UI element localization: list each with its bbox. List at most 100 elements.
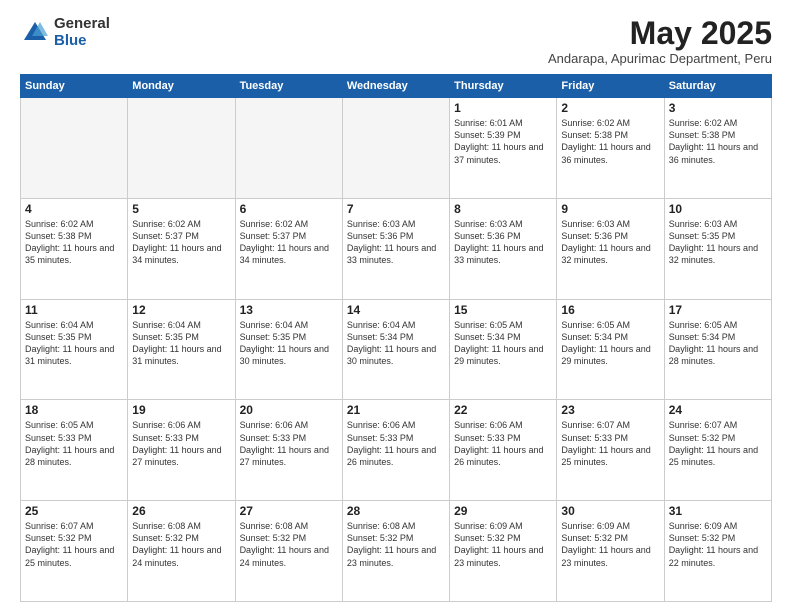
table-row: 31 Sunrise: 6:09 AM Sunset: 5:32 PM Dayli…	[664, 501, 771, 602]
table-row	[342, 98, 449, 199]
table-row: 21 Sunrise: 6:06 AM Sunset: 5:33 PM Dayli…	[342, 400, 449, 501]
col-friday: Friday	[557, 75, 664, 98]
table-row: 8 Sunrise: 6:03 AM Sunset: 5:36 PM Daylig…	[450, 198, 557, 299]
day-number: 19	[132, 403, 230, 417]
day-number: 25	[25, 504, 123, 518]
table-row: 22 Sunrise: 6:06 AM Sunset: 5:33 PM Dayli…	[450, 400, 557, 501]
day-details: Sunrise: 6:02 AM Sunset: 5:38 PM Dayligh…	[561, 117, 659, 166]
day-number: 7	[347, 202, 445, 216]
table-row: 18 Sunrise: 6:05 AM Sunset: 5:33 PM Dayli…	[21, 400, 128, 501]
table-row	[235, 98, 342, 199]
day-details: Sunrise: 6:03 AM Sunset: 5:35 PM Dayligh…	[669, 218, 767, 267]
day-number: 23	[561, 403, 659, 417]
day-details: Sunrise: 6:02 AM Sunset: 5:37 PM Dayligh…	[240, 218, 338, 267]
day-number: 31	[669, 504, 767, 518]
day-details: Sunrise: 6:06 AM Sunset: 5:33 PM Dayligh…	[454, 419, 552, 468]
page: General Blue May 2025 Andarapa, Apurimac…	[0, 0, 792, 612]
col-wednesday: Wednesday	[342, 75, 449, 98]
day-details: Sunrise: 6:05 AM Sunset: 5:34 PM Dayligh…	[669, 319, 767, 368]
day-number: 18	[25, 403, 123, 417]
day-details: Sunrise: 6:07 AM Sunset: 5:32 PM Dayligh…	[669, 419, 767, 468]
day-details: Sunrise: 6:04 AM Sunset: 5:34 PM Dayligh…	[347, 319, 445, 368]
day-number: 8	[454, 202, 552, 216]
day-number: 1	[454, 101, 552, 115]
table-row: 10 Sunrise: 6:03 AM Sunset: 5:35 PM Dayli…	[664, 198, 771, 299]
day-details: Sunrise: 6:05 AM Sunset: 5:34 PM Dayligh…	[561, 319, 659, 368]
day-details: Sunrise: 6:03 AM Sunset: 5:36 PM Dayligh…	[454, 218, 552, 267]
day-number: 24	[669, 403, 767, 417]
day-details: Sunrise: 6:09 AM Sunset: 5:32 PM Dayligh…	[454, 520, 552, 569]
title-block: May 2025 Andarapa, Apurimac Department, …	[548, 16, 772, 66]
table-row: 11 Sunrise: 6:04 AM Sunset: 5:35 PM Dayli…	[21, 299, 128, 400]
day-details: Sunrise: 6:09 AM Sunset: 5:32 PM Dayligh…	[669, 520, 767, 569]
calendar-row-3: 11 Sunrise: 6:04 AM Sunset: 5:35 PM Dayli…	[21, 299, 772, 400]
col-tuesday: Tuesday	[235, 75, 342, 98]
table-row: 24 Sunrise: 6:07 AM Sunset: 5:32 PM Dayli…	[664, 400, 771, 501]
day-number: 3	[669, 101, 767, 115]
calendar-header-row: Sunday Monday Tuesday Wednesday Thursday…	[21, 75, 772, 98]
col-thursday: Thursday	[450, 75, 557, 98]
day-number: 4	[25, 202, 123, 216]
day-number: 20	[240, 403, 338, 417]
day-number: 22	[454, 403, 552, 417]
table-row: 5 Sunrise: 6:02 AM Sunset: 5:37 PM Daylig…	[128, 198, 235, 299]
table-row: 25 Sunrise: 6:07 AM Sunset: 5:32 PM Dayli…	[21, 501, 128, 602]
day-details: Sunrise: 6:02 AM Sunset: 5:37 PM Dayligh…	[132, 218, 230, 267]
day-number: 28	[347, 504, 445, 518]
table-row: 28 Sunrise: 6:08 AM Sunset: 5:32 PM Dayli…	[342, 501, 449, 602]
header: General Blue May 2025 Andarapa, Apurimac…	[20, 16, 772, 66]
table-row: 30 Sunrise: 6:09 AM Sunset: 5:32 PM Dayli…	[557, 501, 664, 602]
col-sunday: Sunday	[21, 75, 128, 98]
day-number: 10	[669, 202, 767, 216]
col-monday: Monday	[128, 75, 235, 98]
table-row: 9Sunrise: 6:03 AM Sunset: 5:36 PM Daylig…	[557, 198, 664, 299]
day-details: Sunrise: 6:01 AM Sunset: 5:39 PM Dayligh…	[454, 117, 552, 166]
day-details: Sunrise: 6:03 AM Sunset: 5:36 PM Dayligh…	[561, 218, 659, 267]
table-row: 1 Sunrise: 6:01 AM Sunset: 5:39 PM Daylig…	[450, 98, 557, 199]
day-number: 16	[561, 303, 659, 317]
table-row: 14 Sunrise: 6:04 AM Sunset: 5:34 PM Dayli…	[342, 299, 449, 400]
location-subtitle: Andarapa, Apurimac Department, Peru	[548, 51, 772, 66]
table-row: 2Sunrise: 6:02 AM Sunset: 5:38 PM Daylig…	[557, 98, 664, 199]
day-details: Sunrise: 6:07 AM Sunset: 5:32 PM Dayligh…	[25, 520, 123, 569]
table-row: 3 Sunrise: 6:02 AM Sunset: 5:38 PM Daylig…	[664, 98, 771, 199]
calendar-row-5: 25 Sunrise: 6:07 AM Sunset: 5:32 PM Dayli…	[21, 501, 772, 602]
day-number: 21	[347, 403, 445, 417]
table-row: 7Sunrise: 6:03 AM Sunset: 5:36 PM Daylig…	[342, 198, 449, 299]
table-row: 29 Sunrise: 6:09 AM Sunset: 5:32 PM Dayli…	[450, 501, 557, 602]
table-row	[128, 98, 235, 199]
day-details: Sunrise: 6:06 AM Sunset: 5:33 PM Dayligh…	[347, 419, 445, 468]
table-row: 20 Sunrise: 6:06 AM Sunset: 5:33 PM Dayli…	[235, 400, 342, 501]
table-row: 23 Sunrise: 6:07 AM Sunset: 5:33 PM Dayli…	[557, 400, 664, 501]
day-number: 5	[132, 202, 230, 216]
table-row: 17Sunrise: 6:05 AM Sunset: 5:34 PM Dayli…	[664, 299, 771, 400]
day-number: 13	[240, 303, 338, 317]
day-details: Sunrise: 6:08 AM Sunset: 5:32 PM Dayligh…	[240, 520, 338, 569]
day-details: Sunrise: 6:04 AM Sunset: 5:35 PM Dayligh…	[240, 319, 338, 368]
day-number: 6	[240, 202, 338, 216]
table-row: 13 Sunrise: 6:04 AM Sunset: 5:35 PM Dayli…	[235, 299, 342, 400]
day-number: 11	[25, 303, 123, 317]
day-details: Sunrise: 6:07 AM Sunset: 5:33 PM Dayligh…	[561, 419, 659, 468]
table-row	[21, 98, 128, 199]
col-saturday: Saturday	[664, 75, 771, 98]
day-details: Sunrise: 6:08 AM Sunset: 5:32 PM Dayligh…	[347, 520, 445, 569]
day-details: Sunrise: 6:06 AM Sunset: 5:33 PM Dayligh…	[132, 419, 230, 468]
day-number: 27	[240, 504, 338, 518]
table-row: 15Sunrise: 6:05 AM Sunset: 5:34 PM Dayli…	[450, 299, 557, 400]
day-details: Sunrise: 6:04 AM Sunset: 5:35 PM Dayligh…	[132, 319, 230, 368]
day-number: 15	[454, 303, 552, 317]
day-details: Sunrise: 6:06 AM Sunset: 5:33 PM Dayligh…	[240, 419, 338, 468]
day-details: Sunrise: 6:02 AM Sunset: 5:38 PM Dayligh…	[669, 117, 767, 166]
day-details: Sunrise: 6:09 AM Sunset: 5:32 PM Dayligh…	[561, 520, 659, 569]
day-details: Sunrise: 6:05 AM Sunset: 5:33 PM Dayligh…	[25, 419, 123, 468]
table-row: 12Sunrise: 6:04 AM Sunset: 5:35 PM Dayli…	[128, 299, 235, 400]
day-details: Sunrise: 6:04 AM Sunset: 5:35 PM Dayligh…	[25, 319, 123, 368]
day-number: 14	[347, 303, 445, 317]
day-details: Sunrise: 6:08 AM Sunset: 5:32 PM Dayligh…	[132, 520, 230, 569]
day-details: Sunrise: 6:02 AM Sunset: 5:38 PM Dayligh…	[25, 218, 123, 267]
month-title: May 2025	[548, 16, 772, 51]
day-number: 30	[561, 504, 659, 518]
logo-blue-text: Blue	[54, 33, 110, 50]
day-number: 29	[454, 504, 552, 518]
